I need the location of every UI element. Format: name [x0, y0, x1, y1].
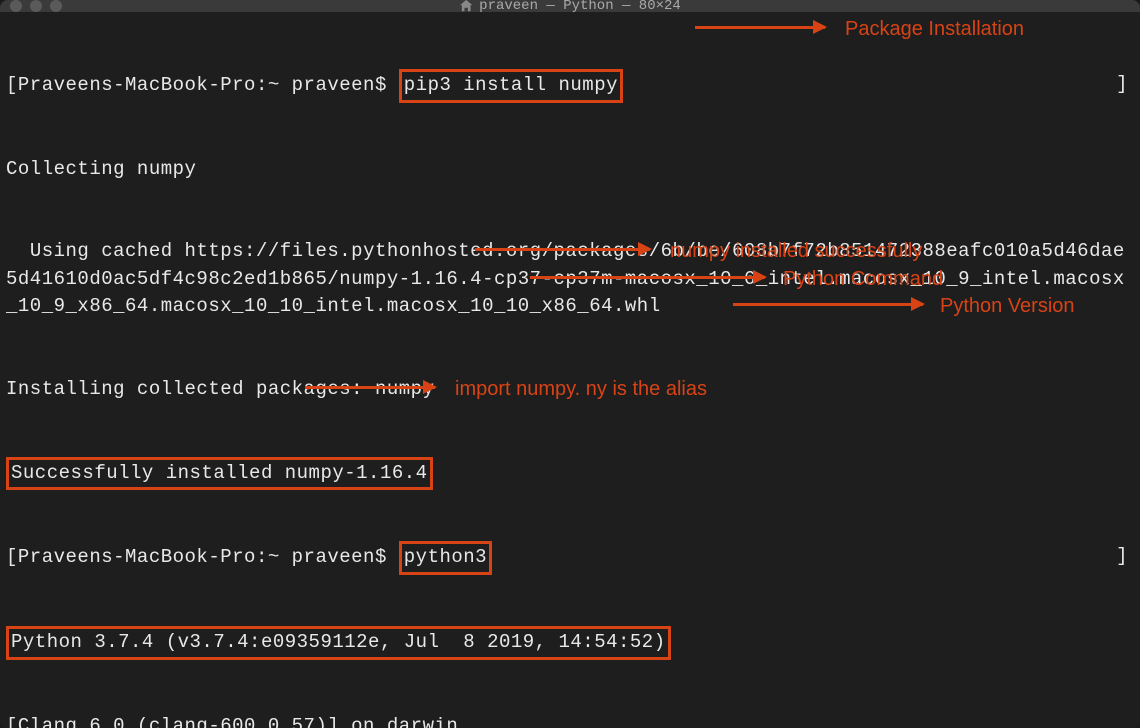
window-titlebar: praveen — Python — 80×24	[0, 0, 1140, 12]
annotation-arrow	[530, 276, 765, 279]
annotation-arrow	[695, 26, 825, 29]
traffic-lights	[10, 0, 62, 12]
highlighted-command: pip3 install numpy	[399, 69, 623, 103]
highlighted-command: python3	[399, 541, 492, 575]
maximize-window-button[interactable]	[50, 0, 62, 12]
terminal-line: [Praveens-MacBook-Pro:~ praveen$ python3…	[6, 543, 1134, 573]
annotation-label: Package Installation	[845, 15, 1024, 44]
terminal-line: [Praveens-MacBook-Pro:~ praveen$ pip3 in…	[6, 71, 1134, 101]
close-window-button[interactable]	[10, 0, 22, 12]
annotation-arrow	[475, 248, 650, 251]
annotation-label: numpy installed successfully	[670, 237, 922, 266]
terminal-line: [Clang 6.0 (clang-600.0.57)] on darwin	[6, 713, 1134, 728]
terminal-line: Successfully installed numpy-1.16.4	[6, 459, 1134, 489]
terminal-content[interactable]: [Praveens-MacBook-Pro:~ praveen$ pip3 in…	[0, 12, 1140, 728]
bracket-end: ]	[1116, 543, 1128, 571]
highlighted-output: Python 3.7.4 (v3.7.4:e09359112e, Jul 8 2…	[6, 626, 671, 660]
annotation-arrow	[733, 303, 923, 306]
bracket-end: ]	[1116, 71, 1128, 99]
annotation-arrow	[305, 386, 435, 389]
highlighted-output: Successfully installed numpy-1.16.4	[6, 457, 433, 491]
terminal-line: Python 3.7.4 (v3.7.4:e09359112e, Jul 8 2…	[6, 628, 1134, 658]
shell-prompt: [Praveens-MacBook-Pro:~ praveen$	[6, 546, 399, 568]
minimize-window-button[interactable]	[30, 0, 42, 12]
shell-prompt: [Praveens-MacBook-Pro:~ praveen$	[6, 74, 399, 96]
annotation-label: Python Command	[783, 265, 943, 294]
annotation-label: import numpy. ny is the alias	[455, 375, 707, 404]
annotation-label: Python Version	[940, 292, 1075, 321]
terminal-window: praveen — Python — 80×24 [Praveens-MacBo…	[0, 0, 1140, 728]
terminal-line: Collecting numpy	[6, 156, 1134, 184]
